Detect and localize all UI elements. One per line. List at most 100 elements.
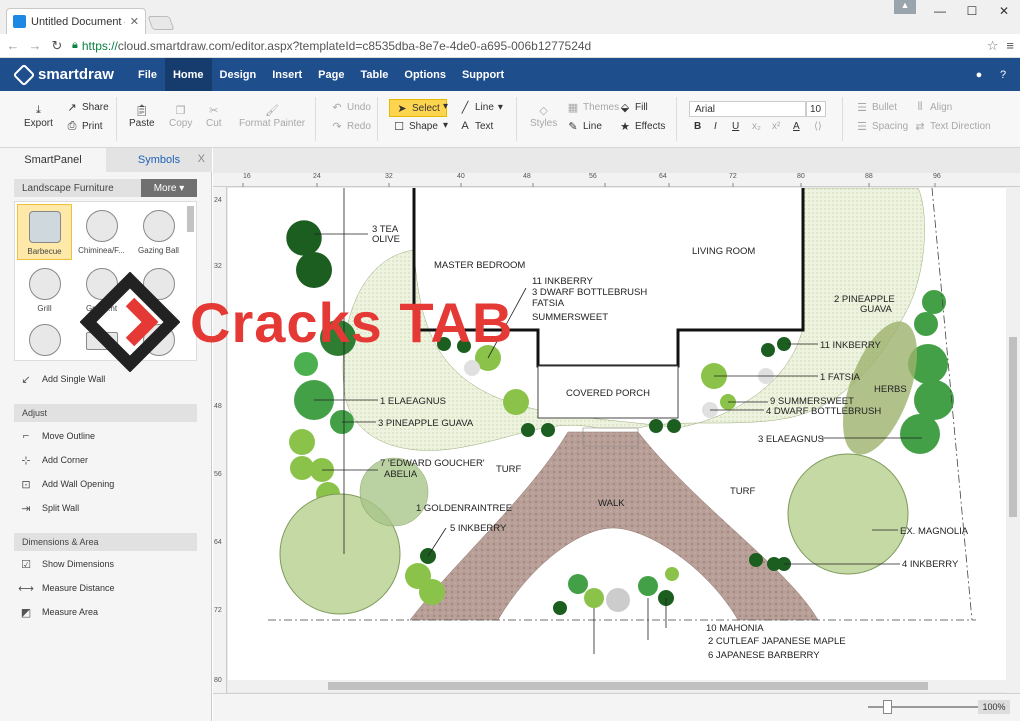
menu-insert[interactable]: Insert [264, 58, 310, 91]
symbol-grill[interactable]: Grill [17, 262, 72, 318]
select-dropdown-arrow[interactable]: ▾ [443, 101, 448, 112]
help-icon[interactable]: ? [996, 68, 1010, 82]
font-color-button[interactable]: A [793, 121, 800, 132]
copy-button[interactable]: ❐ Copy [169, 104, 193, 130]
zoom-slider-handle[interactable] [883, 700, 892, 714]
measure-distance-command[interactable]: ⟷ Measure Distance [18, 582, 114, 595]
more-label: More [153, 182, 177, 194]
bullet-button[interactable]: ☰ Bullet [856, 101, 897, 114]
label-elaeagnus-1: 1 ELAEAGNUS [380, 396, 446, 407]
back-arrow-icon[interactable]: ← [6, 38, 20, 53]
paste-button[interactable]: 📋︎ Paste [129, 104, 155, 130]
line-tool-button[interactable]: ╱ Line ▾ [459, 101, 503, 114]
browser-titlebar: Untitled Document — Sm ✕ ▲ — ☐ ✕ [0, 0, 1020, 34]
watermark-logo-icon [80, 272, 180, 372]
shape-tool-button[interactable]: ☐ Shape [393, 120, 438, 133]
redo-button[interactable]: ↷ Redo [331, 120, 371, 133]
text-direction-button[interactable]: ⇄ Text Direction [914, 120, 990, 133]
vertical-scroll-thumb[interactable] [1009, 337, 1017, 517]
themes-button[interactable]: ▦ Themes [567, 101, 619, 114]
italic-button[interactable]: I [714, 121, 717, 132]
menu-design[interactable]: Design [212, 58, 265, 91]
add-single-wall-command[interactable]: ↙ Add Single Wall [20, 373, 105, 386]
bullet-list-icon: ☰ [857, 101, 867, 114]
forward-arrow-icon[interactable]: → [28, 38, 42, 53]
menu-support[interactable]: Support [454, 58, 512, 91]
minimize-icon[interactable]: — [924, 0, 956, 22]
link-icon[interactable]: ⟨⟩ [814, 121, 822, 132]
export-button[interactable]: ⤓ Export [24, 104, 53, 130]
align-button[interactable]: ⫴ Align [914, 101, 953, 113]
copy-label: Copy [169, 118, 193, 129]
close-window-icon[interactable]: ✕ [988, 0, 1020, 22]
tab-smartpanel[interactable]: SmartPanel [0, 148, 106, 172]
browser-menu-icon[interactable]: ≡ [1006, 38, 1014, 53]
app-menubar: smartdraw File Home Design Insert Page T… [0, 58, 1020, 91]
undo-button[interactable]: ↶ Undo [331, 101, 371, 114]
bold-button[interactable]: B [694, 121, 701, 132]
smartdraw-logo: smartdraw [0, 63, 130, 86]
symbol-fountain[interactable] [17, 318, 72, 374]
share-button[interactable]: ↗ Share [66, 101, 108, 114]
url-field[interactable]: 🔒︎ https://cloud.smartdraw.com/editor.as… [72, 36, 979, 56]
print-button[interactable]: ⎙ Print [66, 120, 103, 132]
close-tab-icon[interactable]: ✕ [130, 15, 139, 28]
superscript-button[interactable]: x² [772, 121, 780, 132]
lock-icon: 🔒︎ [72, 39, 78, 51]
shape-dropdown-arrow[interactable]: ▾ [443, 120, 448, 131]
fill-button[interactable]: ⬙ Fill [619, 101, 648, 114]
browser-tab[interactable]: Untitled Document — Sm ✕ [6, 8, 146, 34]
add-corner-command[interactable]: ⊹ Add Corner [20, 454, 89, 467]
drawing-page[interactable]: 3 TEA OLIVE MASTER BEDROOM LIVING ROOM 1… [228, 188, 1008, 680]
format-painter-button[interactable]: 🖌︎ Format Painter [239, 104, 305, 130]
more-button[interactable]: More ▾ [141, 179, 197, 197]
symbol-barbecue[interactable]: Barbecue [17, 204, 72, 260]
label-magnolia: EX. MAGNOLIA [900, 526, 969, 537]
library-scrollbar[interactable] [187, 206, 194, 232]
redo-label: Redo [347, 120, 371, 132]
horizontal-scroll-thumb[interactable] [328, 682, 928, 690]
horizontal-scrollbar[interactable] [228, 680, 1006, 692]
effects-button[interactable]: ★ Effects [619, 120, 666, 133]
measure-area-command[interactable]: ◩ Measure Area [20, 606, 98, 619]
add-corner-label: Add Corner [42, 455, 89, 465]
close-panel-icon[interactable]: X [198, 153, 205, 165]
user-profile-icon[interactable]: ▲ [894, 0, 916, 14]
new-tab-button[interactable] [147, 16, 175, 30]
horizontal-ruler: 16 24 32 40 48 56 64 72 80 88 96 [213, 173, 1020, 187]
underline-button[interactable]: U [732, 121, 739, 132]
move-outline-command[interactable]: ⌐ Move Outline [20, 430, 95, 442]
font-family-field[interactable]: Arial [689, 101, 806, 117]
subscript-button[interactable]: x₂ [752, 121, 761, 132]
bookmark-star-icon[interactable]: ☆ [987, 38, 999, 54]
select-label: Select [412, 102, 440, 114]
font-size-field[interactable]: 10 [806, 101, 826, 117]
chat-icon[interactable]: ● [972, 68, 986, 82]
menu-page[interactable]: Page [310, 58, 352, 91]
styles-button[interactable]: ◇ Styles [530, 104, 557, 130]
split-wall-command[interactable]: ⇥ Split Wall [20, 502, 79, 515]
menu-file[interactable]: File [130, 58, 165, 91]
vertical-scrollbar[interactable] [1006, 187, 1020, 693]
copy-icon: ❐ [175, 104, 186, 117]
symbol-gazing-ball[interactable]: Gazing Ball [131, 204, 186, 260]
area-icon: ◩ [20, 606, 32, 619]
add-wall-opening-command[interactable]: ⊡ Add Wall Opening [20, 478, 114, 491]
tab-symbols[interactable]: Symbols [106, 148, 212, 172]
text-tool-button[interactable]: A Text [459, 120, 493, 132]
maximize-icon[interactable]: ☐ [956, 0, 988, 22]
corner-icon: ⊹ [21, 454, 31, 467]
line-style-button[interactable]: ✎ Line [567, 120, 602, 133]
symbol-chiminea[interactable]: Chiminea/F... [74, 204, 129, 260]
spacing-button[interactable]: ☰ Spacing [856, 120, 909, 133]
effects-label: Effects [635, 120, 666, 132]
spacing-label: Spacing [872, 120, 909, 132]
reload-icon[interactable]: ↻ [50, 38, 64, 54]
cut-button[interactable]: ✂ Cut [206, 104, 222, 130]
select-tool-button[interactable]: ➤ Select [389, 99, 447, 117]
menu-options[interactable]: Options [396, 58, 454, 91]
menu-table[interactable]: Table [352, 58, 396, 91]
menu-home[interactable]: Home [164, 58, 212, 91]
show-dimensions-checkbox[interactable]: ☑ Show Dimensions [20, 558, 114, 571]
zoom-level[interactable]: 100% [978, 700, 1010, 714]
